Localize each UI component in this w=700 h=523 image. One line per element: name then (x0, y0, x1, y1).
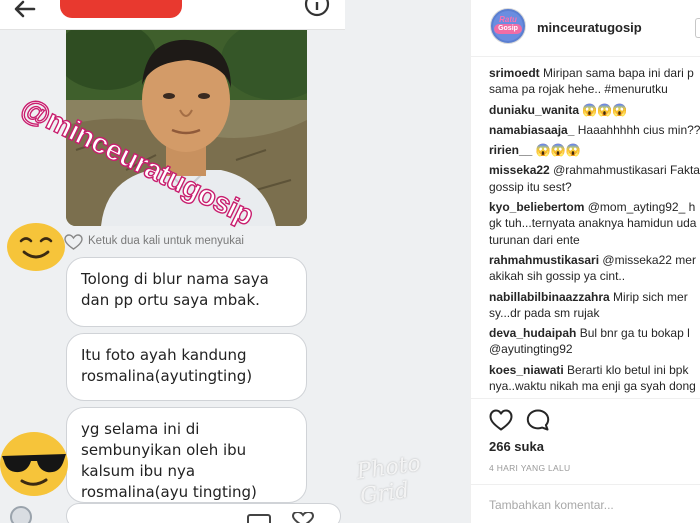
comment-username[interactable]: ririen__ (489, 143, 532, 157)
comment-text: 😱😱😱 (535, 143, 581, 158)
comment-username[interactable]: srimoedt (489, 66, 540, 80)
comment-username[interactable]: misseka22 (489, 163, 550, 177)
add-comment-input[interactable] (489, 496, 694, 514)
heart-outline-icon (64, 234, 83, 250)
avatar-logo-text: Gosip (494, 24, 522, 34)
post-timestamp[interactable]: 4 HARI YANG LALU (489, 463, 571, 473)
comment-text-continued: sy...dr pada sm rujak (489, 305, 600, 320)
comment-text-continued: gossip itu sest? (489, 179, 572, 194)
tap-to-like-hint: Ketuk dua kali untuk menyukai (88, 235, 244, 247)
comment-item: koes_niawati Berarti klo betul ini bpk n… (489, 362, 700, 395)
post-side-panel: Ratu Gosip minceuratugosip srimoedt Miri… (470, 0, 700, 523)
comment-text-continued: nya..waktu nikah ma enji ga syah dong (489, 379, 696, 394)
comment-text-continued: akikah sih gossip ya cint.. (489, 269, 626, 284)
heart-icon[interactable] (489, 409, 513, 431)
comment-item: deva_hudaipah Bul bnr ga tu bokap l @ayu… (489, 325, 700, 358)
comment-item: namabiasaaja_ Haaahhhhh cius min?? (489, 122, 700, 138)
message-bubble: yg selama ini di sembunyikan oleh ibu ka… (66, 407, 307, 503)
comment-item: kyo_beliebertom @mom_ayting92_ h gk tuh.… (489, 199, 700, 248)
comment-username[interactable]: nabillabilbinaazzahra (489, 290, 610, 304)
comment-text-continued: gk tuh...ternyata anaknya hamidun uda tu… (489, 216, 697, 247)
comment-text: @misseka22 mer (602, 252, 696, 267)
account-username[interactable]: minceuratugosip (537, 20, 642, 35)
comment-item: duniaku_wanita 😱😱😱 (489, 102, 700, 118)
screenshot-bottom-bar (0, 500, 345, 523)
comment-item: ririen__ 😱😱😱 (489, 142, 700, 158)
comment-text-continued: sama pa rojak hehe.. #menurutku (489, 82, 668, 97)
message-bubble: Itu foto ayah kandung rosmalina(ayutingt… (66, 333, 307, 401)
comment-item: misseka22 @rahmahmustikasari Fakta gossi… (489, 162, 700, 195)
account-avatar[interactable]: Ratu Gosip (490, 8, 526, 44)
photo-grid-watermark: Photo Grid (355, 451, 423, 510)
comment-text: Berarti klo betul ini bpk (567, 362, 689, 377)
comment-item: nabillabilbinaazzahra Mirip sich mer sy.… (489, 289, 700, 322)
comment-item: srimoedt Miripan sama bapa ini dari p sa… (489, 65, 700, 98)
back-arrow-icon (14, 0, 36, 18)
comment-text-continued[interactable]: @ayutingting92 (489, 341, 700, 357)
redacted-name-bar (60, 0, 182, 18)
comment-bubble-icon[interactable] (526, 409, 550, 431)
comment-text: Bul bnr ga tu bokap l (579, 326, 690, 341)
comment-text: @mom_ayting92_ h (587, 200, 696, 215)
comment-username[interactable]: deva_hudaipah (489, 326, 576, 340)
comment-username[interactable]: koes_niawati (489, 363, 564, 377)
comment-username[interactable]: kyo_beliebertom (489, 200, 584, 214)
comment-item: rahmahmustikasari @misseka22 mer akikah … (489, 252, 700, 285)
heart-outline-icon (292, 512, 314, 523)
avatar-logo-text: Ratu (499, 15, 517, 24)
message-bubble: Tolong di blur nama saya dan pp ortu say… (66, 257, 307, 327)
screenshot-top-bar (0, 0, 345, 30)
info-icon (304, 0, 330, 17)
comment-username[interactable]: duniaku_wanita (489, 103, 579, 117)
post-header: Ratu Gosip minceuratugosip (471, 0, 700, 57)
comment-username[interactable]: namabiasaaja_ (489, 123, 574, 137)
comment-text: Mirip sich mer (613, 289, 688, 304)
comment-text: 😱😱😱 (582, 102, 628, 117)
smiling-emoji-icon (7, 223, 65, 271)
avatar (10, 506, 32, 523)
comment-username[interactable]: rahmahmustikasari (489, 253, 599, 267)
comment-text: Miripan sama bapa ini dari p (543, 66, 694, 80)
comment-text: Haaahhhhh cius min?? (577, 122, 700, 137)
gallery-icon (247, 514, 271, 523)
divider (471, 484, 700, 485)
comments-list: srimoedt Miripan sama bapa ini dari p sa… (489, 65, 700, 398)
divider (471, 398, 700, 399)
follow-button-edge[interactable] (695, 18, 700, 38)
comment-text: @rahmahmustikasari Fakta (553, 163, 700, 178)
sunglasses-emoji-icon (0, 432, 68, 496)
post-image[interactable]: @minceuratugosip Ketuk dua kali untuk me… (0, 0, 470, 523)
likes-count[interactable]: 266 suka (489, 439, 544, 454)
